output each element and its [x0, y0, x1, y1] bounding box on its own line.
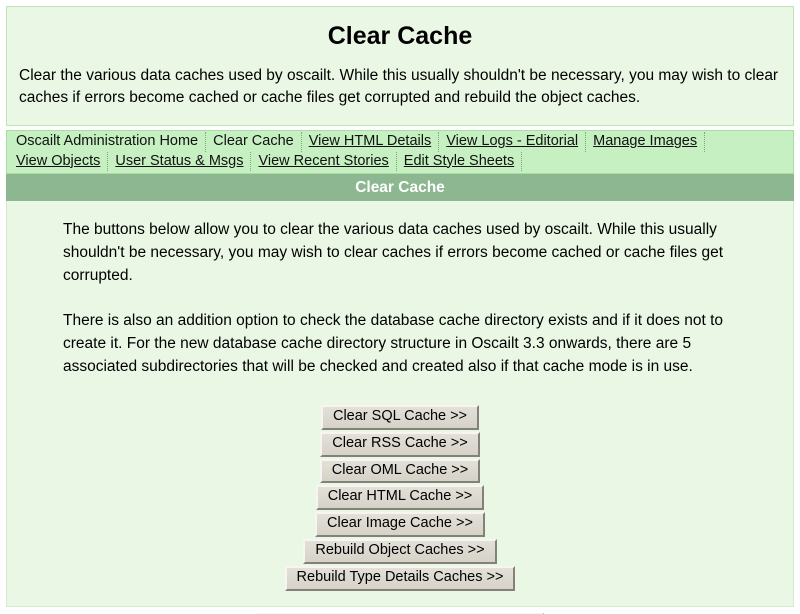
intro-panel: Clear Cache Clear the various data cache…: [6, 6, 794, 127]
button-rebuild-type-details-caches[interactable]: Rebuild Type Details Caches >>: [284, 566, 516, 592]
button-clear-rss-cache[interactable]: Clear RSS Cache >>: [320, 431, 480, 457]
cache-button-row: Rebuild Object Caches >>: [63, 539, 737, 565]
button-clear-html-cache[interactable]: Clear HTML Cache >>: [315, 485, 485, 511]
main-paragraph-1: The buttons below allow you to clear the…: [63, 221, 724, 284]
cache-button-row: Clear HTML Cache >>: [63, 485, 737, 511]
cache-button-row: Clear Image Cache >>: [63, 512, 737, 538]
nav-item-user-status-msgs[interactable]: User Status & Msgs: [108, 151, 252, 172]
main-content-panel: The buttons below allow you to clear the…: [6, 201, 794, 614]
cache-button-row: Clear SQL Cache >>: [63, 404, 737, 430]
nav-item-manage-images[interactable]: Manage Images: [586, 132, 706, 152]
nav-item-view-logs-editorial[interactable]: View Logs - Editorial: [439, 132, 587, 152]
cache-button-row: Clear OML Cache >>: [63, 458, 737, 484]
button-clear-oml-cache[interactable]: Clear OML Cache >>: [319, 458, 481, 484]
button-rebuild-object-caches[interactable]: Rebuild Object Caches >>: [303, 539, 497, 565]
main-paragraph-2: There is also an addition option to chec…: [63, 311, 724, 375]
nav-item-view-recent-stories[interactable]: View Recent Stories: [251, 151, 397, 172]
nav-item-edit-style-sheets[interactable]: Edit Style Sheets: [397, 151, 523, 172]
clear-cache-page: Clear Cache Clear the various data cache…: [0, 0, 800, 614]
cache-button-row: Clear RSS Cache >>: [63, 431, 737, 457]
nav-item-view-objects[interactable]: View Objects: [9, 151, 109, 172]
button-clear-image-cache[interactable]: Clear Image Cache >>: [315, 512, 485, 538]
nav-item-clear-cache: Clear Cache: [206, 132, 302, 152]
cache-button-row: Rebuild Type Details Caches >>: [63, 566, 737, 592]
nav-item-view-html-details[interactable]: View HTML Details: [302, 132, 440, 152]
section-heading-bar: Clear Cache: [6, 174, 794, 203]
admin-navigation-bar: Oscailt Administration Home Clear Cache Vi…: [6, 130, 794, 175]
page-title: Clear Cache: [327, 22, 473, 50]
nav-item-oscailt-administration-home[interactable]: Oscailt Administration Home: [9, 132, 207, 152]
button-clear-sql-cache[interactable]: Clear SQL Cache >>: [320, 404, 480, 430]
cache-button-stack: Clear SQL Cache >> Clear RSS Cache >> Clea…: [63, 404, 737, 592]
intro-description: Clear the various data caches used by os…: [19, 66, 779, 106]
